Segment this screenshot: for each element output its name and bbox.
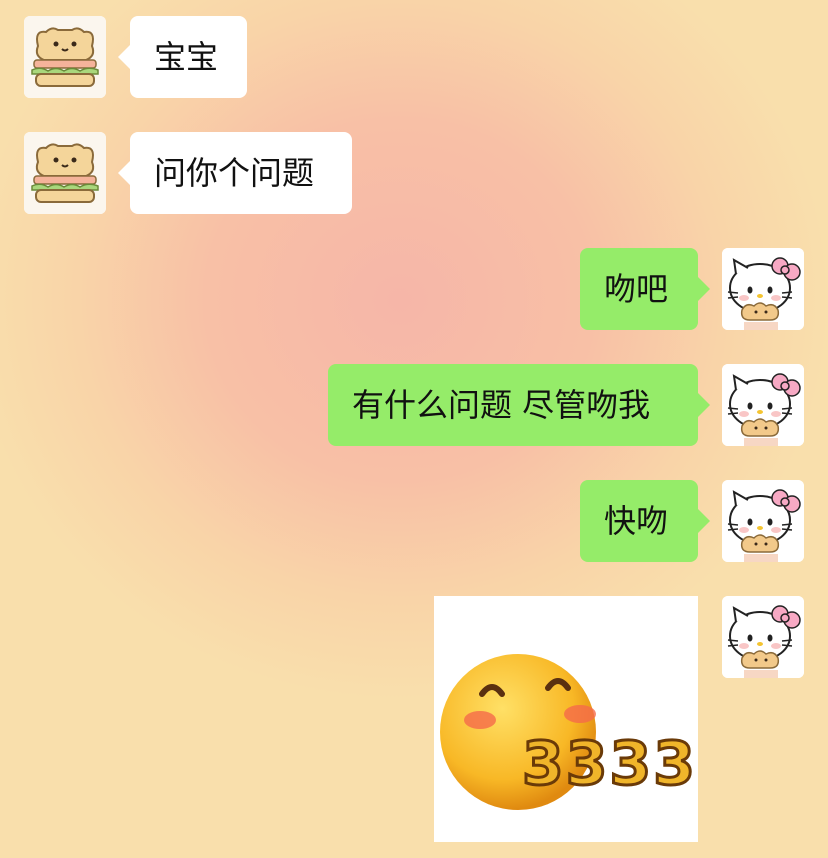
bread-cat-icon	[24, 132, 106, 214]
message-bubble-incoming[interactable]: 宝宝	[118, 16, 247, 98]
message-text: 问你个问题	[154, 154, 315, 192]
message-text: 快吻	[604, 502, 669, 540]
message-text: 宝宝	[154, 38, 219, 76]
hello-kitty-icon	[722, 248, 804, 330]
self-avatar[interactable]	[722, 480, 804, 562]
bread-cat-icon	[24, 16, 106, 98]
message-bubble-outgoing[interactable]: 有什么问题 尽管吻我	[328, 364, 710, 446]
blushing-emoji-3333-sticker: 3333	[440, 654, 697, 810]
sticker-message[interactable]: 3333	[434, 596, 698, 842]
contact-avatar[interactable]	[24, 132, 106, 214]
hello-kitty-icon	[722, 596, 804, 678]
sticker-text: 3333	[522, 729, 697, 799]
message-text: 吻吧	[604, 270, 669, 308]
message-text: 有什么问题 尽管吻我	[352, 386, 651, 424]
hello-kitty-icon	[722, 480, 804, 562]
message-bubble-outgoing[interactable]: 快吻	[580, 480, 710, 562]
contact-avatar[interactable]	[24, 16, 106, 98]
self-avatar[interactable]	[722, 596, 804, 678]
hello-kitty-icon	[722, 364, 804, 446]
message-bubble-outgoing[interactable]: 吻吧	[580, 248, 710, 330]
self-avatar[interactable]	[722, 248, 804, 330]
message-bubble-incoming[interactable]: 问你个问题	[118, 132, 352, 214]
self-avatar[interactable]	[722, 364, 804, 446]
